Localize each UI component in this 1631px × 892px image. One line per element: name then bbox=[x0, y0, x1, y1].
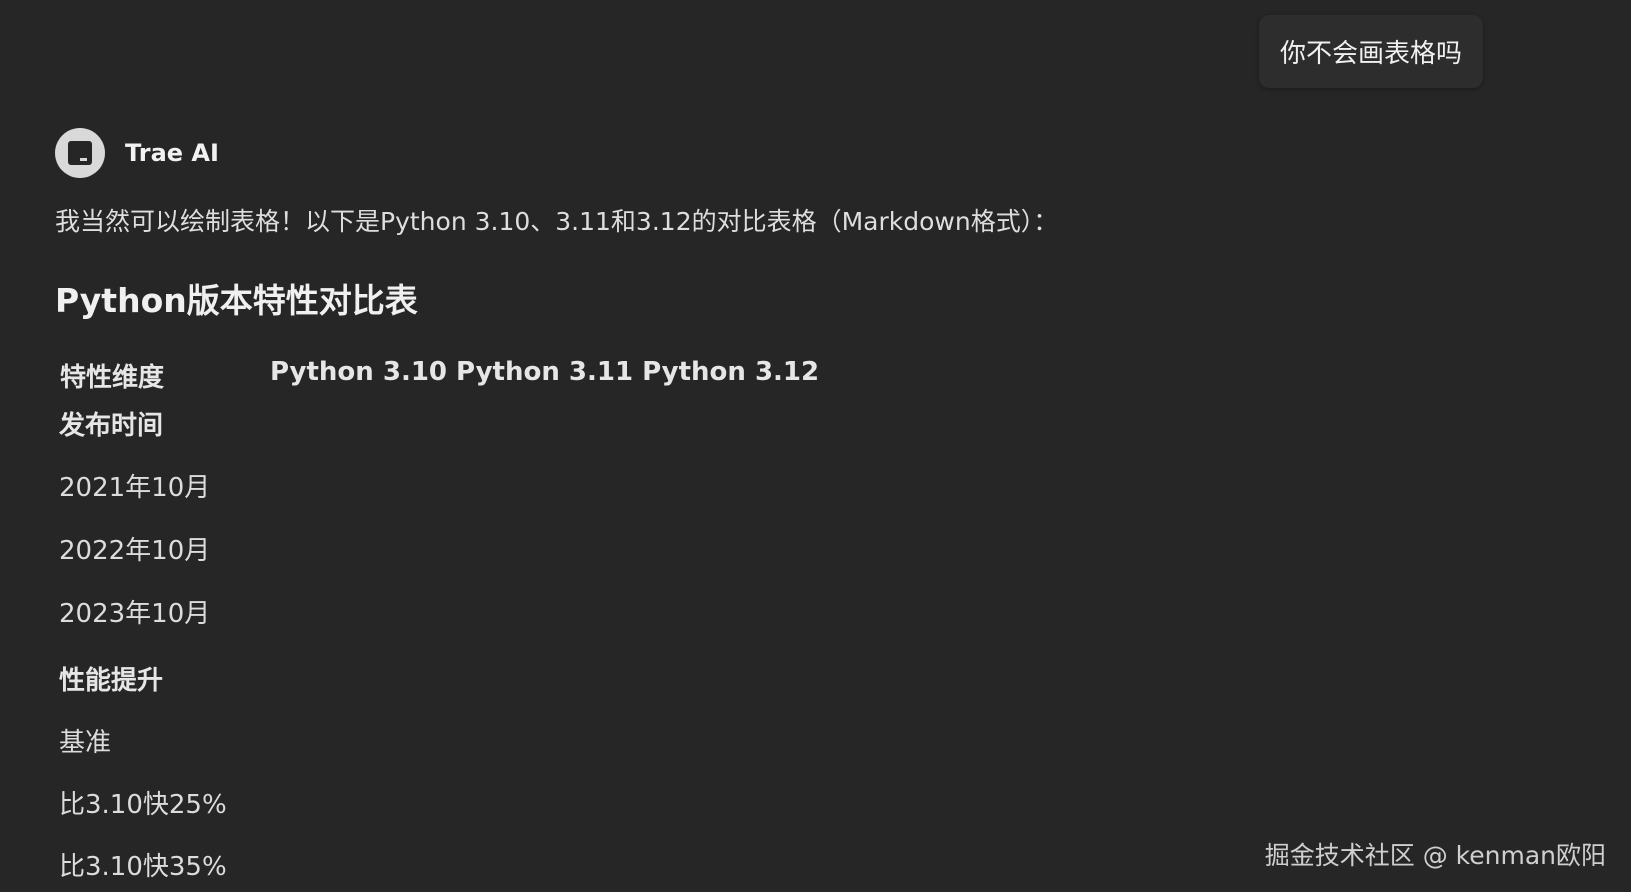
table-cell: 比3.10快25% bbox=[59, 790, 227, 820]
user-message-text: 你不会画表格吗 bbox=[1279, 39, 1462, 69]
assistant-header: Trae AI bbox=[55, 127, 219, 179]
user-message-bubble: 你不会画表格吗 bbox=[1259, 15, 1483, 88]
table-header-row: 特性维度 Python 3.10 Python 3.11 Python 3.12 bbox=[60, 357, 819, 394]
table-cell: 比3.10快35% bbox=[59, 852, 227, 882]
table-cell: 发布时间 bbox=[59, 411, 164, 441]
table-cell: 2023年10月 bbox=[59, 599, 211, 629]
table-cell: 2022年10月 bbox=[59, 536, 211, 566]
assistant-intro-text: 我当然可以绘制表格！以下是Python 3.10、3.11和3.12的对比表格（… bbox=[55, 207, 1059, 236]
watermark-text: 掘金技术社区 @ kenman欧阳 bbox=[1264, 841, 1606, 870]
trae-logo-icon bbox=[55, 128, 105, 178]
table-cell: 基准 bbox=[59, 728, 112, 758]
table-cell: 性能提升 bbox=[59, 666, 164, 696]
assistant-name: Trae AI bbox=[125, 139, 219, 167]
table-heading: Python版本特性对比表 bbox=[55, 281, 418, 320]
table-header-versions: Python 3.10 Python 3.11 Python 3.12 bbox=[270, 357, 820, 387]
table-cell: 2021年10月 bbox=[59, 473, 211, 503]
table-header-feature: 特性维度 bbox=[60, 363, 165, 393]
